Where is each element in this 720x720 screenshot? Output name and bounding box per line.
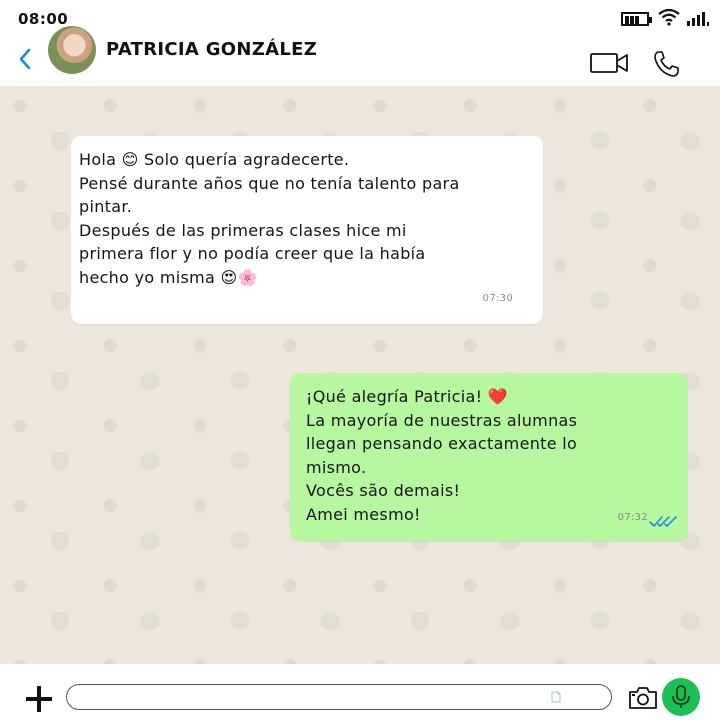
message-line: Después de las primeras clases hice mi bbox=[79, 220, 407, 240]
camera-icon[interactable] bbox=[628, 686, 658, 710]
chat-header: PATRICIA GONZÁLEZ bbox=[0, 26, 720, 86]
incoming-message-bubble[interactable]: Hola 😊 Solo quería agradecerte. Pensé du… bbox=[71, 136, 543, 324]
status-bar: 08:00 bbox=[0, 0, 720, 38]
message-line: Vocês são demais! bbox=[306, 481, 461, 500]
message-input-bar bbox=[0, 664, 720, 720]
battery-icon bbox=[621, 12, 652, 26]
contact-name[interactable]: PATRICIA GONZÁLEZ bbox=[106, 39, 317, 60]
back-chevron-icon[interactable] bbox=[16, 44, 36, 74]
signal-icon bbox=[687, 12, 709, 26]
plus-icon[interactable] bbox=[26, 686, 52, 712]
message-line: La mayoría de nuestras alumnas bbox=[306, 410, 578, 430]
wifi-icon bbox=[658, 8, 680, 26]
phone-icon[interactable] bbox=[652, 50, 680, 78]
video-call-icon[interactable] bbox=[590, 52, 630, 74]
message-line: Pensé durante años que no tenía talento … bbox=[79, 173, 460, 193]
message-line: hecho yo misma 😍🌸 bbox=[79, 267, 258, 287]
outgoing-message-bubble[interactable]: ¡Qué alegría Patricia! ❤️ La mayoría de … bbox=[290, 373, 688, 541]
message-line: mismo. bbox=[306, 457, 367, 477]
status-time: 08:00 bbox=[18, 10, 69, 28]
message-line: ¡Qué alegría Patricia! ❤️ bbox=[306, 387, 508, 406]
microphone-icon bbox=[672, 685, 690, 708]
message-input[interactable] bbox=[66, 684, 612, 710]
message-line: Hola 😊 Solo quería agradecerte. bbox=[79, 150, 350, 169]
message-line: primera flor y no podía creer que la hab… bbox=[79, 244, 426, 263]
double-check-icon bbox=[649, 516, 677, 527]
chat-area[interactable]: Hola 😊 Solo quería agradecerte. Pensé du… bbox=[0, 86, 720, 664]
message-line: pintar. bbox=[79, 197, 133, 216]
message-timestamp: 07:32 bbox=[617, 511, 648, 523]
message-timestamp: 07:30 bbox=[482, 292, 513, 304]
avatar[interactable] bbox=[48, 26, 96, 74]
microphone-button[interactable] bbox=[662, 678, 700, 716]
sticker-icon[interactable] bbox=[551, 691, 561, 703]
message-line: llegan pensando exactamente lo bbox=[306, 434, 578, 453]
